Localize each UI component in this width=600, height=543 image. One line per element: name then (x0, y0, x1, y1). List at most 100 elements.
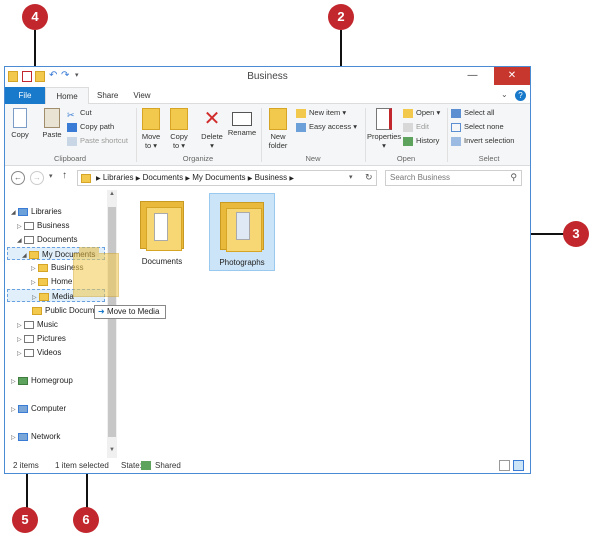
nav-label: Documents (37, 235, 78, 244)
folder-tile-documents[interactable]: Documents (133, 195, 191, 266)
paste-button[interactable]: Paste (39, 108, 65, 139)
copy-path-button[interactable]: Copy path (67, 120, 114, 133)
tab-home[interactable]: Home (45, 87, 89, 105)
folder-icon (136, 195, 188, 253)
item-count: 2 items (13, 461, 39, 470)
nav-label: Network (31, 432, 61, 441)
up-arrow-icon[interactable]: ↑ (62, 170, 67, 181)
search-input[interactable]: Search Business ⚲ (385, 170, 522, 186)
details-view-icon[interactable] (499, 460, 510, 471)
search-placeholder: Search Business (390, 173, 451, 182)
folder-label: Photographs (219, 258, 265, 267)
copy-label: Copy (11, 130, 29, 139)
delete-button[interactable]: ✕ Delete ▾ (199, 108, 225, 150)
new-folder-icon (269, 108, 287, 130)
refresh-icon[interactable]: ↻ (365, 172, 373, 183)
callout-6: 6 (73, 507, 99, 533)
drag-tooltip-label: Move to Media (106, 307, 160, 316)
nav-item-music[interactable]: ▷ Music (17, 318, 58, 331)
easy-access-button[interactable]: Easy access ▾ (296, 120, 357, 133)
breadcrumb-my-documents[interactable]: My Documents (192, 173, 245, 182)
edit-label: Edit (416, 122, 429, 131)
invert-selection-icon (451, 136, 461, 146)
expand-ribbon-icon[interactable]: ⌄ (501, 90, 508, 99)
move-to-label-2: to (144, 141, 152, 150)
libraries-icon (18, 207, 28, 216)
homegroup-icon (18, 376, 28, 385)
tab-file[interactable]: File (5, 87, 45, 104)
group-label-select: Select (478, 154, 500, 163)
select-all-icon (451, 108, 461, 118)
drag-tooltip: ➜ Move to Media (94, 305, 166, 319)
delete-label: Delete (201, 132, 223, 141)
copy-path-icon (67, 122, 77, 132)
breadcrumb-libraries[interactable]: Libraries (103, 173, 134, 182)
copy-to-label-2: to (172, 141, 180, 150)
documents-icon (24, 235, 34, 244)
address-dropdown-icon[interactable]: ▾ (349, 173, 353, 181)
folder-icon (29, 250, 39, 259)
state-label: State: (121, 461, 142, 470)
help-icon[interactable]: ? (515, 90, 526, 101)
rename-button[interactable]: Rename (227, 108, 257, 137)
select-none-button[interactable]: Select none (451, 120, 504, 133)
status-bar: 2 items 1 item selected State: Shared (5, 457, 530, 474)
scroll-down-icon[interactable]: ▼ (109, 447, 115, 453)
new-item-button[interactable]: New item ▾ (296, 106, 346, 119)
edit-icon (403, 122, 413, 132)
copy-button[interactable]: Copy (9, 108, 31, 139)
move-to-button[interactable]: Move to ▾ (139, 108, 163, 150)
search-icon: ⚲ (510, 172, 517, 182)
minimize-button[interactable]: — (460, 67, 485, 85)
close-button[interactable]: ✕ (494, 67, 530, 85)
nav-item-home[interactable]: ▷ Home (31, 275, 72, 288)
network-icon (18, 432, 28, 441)
paste-icon (44, 108, 60, 128)
rename-label: Rename (227, 128, 257, 137)
nav-item-homegroup[interactable]: ▷ Homegroup (11, 374, 73, 387)
open-button[interactable]: Open ▾ (403, 106, 440, 119)
state-value: Shared (155, 461, 181, 470)
invert-selection-label: Invert selection (464, 136, 515, 145)
breadcrumb-documents[interactable]: Documents (143, 173, 183, 182)
tab-view[interactable]: View (125, 87, 159, 104)
history-button[interactable]: History (403, 134, 439, 147)
paste-shortcut-button[interactable]: Paste shortcut (67, 134, 128, 147)
move-to-icon (142, 108, 160, 130)
nav-item-business[interactable]: ▷ Business (17, 219, 69, 232)
rename-icon (232, 112, 252, 126)
nav-scrollbar-thumb[interactable] (108, 207, 116, 437)
nav-item-libraries[interactable]: ◢ Libraries (11, 205, 62, 218)
folder-label: Documents (141, 257, 183, 266)
nav-item-pictures[interactable]: ▷ Pictures (17, 332, 66, 345)
invert-selection-button[interactable]: Invert selection (451, 134, 514, 147)
nav-item-documents[interactable]: ◢ Documents (17, 233, 77, 246)
nav-label: Libraries (31, 207, 62, 216)
library-icon (24, 221, 34, 230)
easy-access-label: Easy access (309, 122, 352, 131)
copy-to-button[interactable]: Copy to ▾ (167, 108, 191, 150)
computer-icon (18, 404, 28, 413)
selected-count: 1 item selected (55, 461, 109, 470)
nav-item-computer[interactable]: ▷ Computer (11, 402, 66, 415)
large-icons-view-icon[interactable] (513, 460, 524, 471)
select-all-button[interactable]: Select all (451, 106, 494, 119)
address-bar[interactable]: ▶ Libraries ▶ Documents ▶ My Documents ▶… (77, 170, 377, 186)
tab-share[interactable]: Share (89, 87, 125, 104)
nav-item-network[interactable]: ▷ Network (11, 430, 60, 443)
nav-item-videos[interactable]: ▷ Videos (17, 346, 61, 359)
breadcrumb-business[interactable]: Business (255, 173, 287, 182)
nav-label: Media (52, 292, 74, 301)
new-folder-button[interactable]: New folder (265, 108, 291, 150)
recent-locations-icon[interactable]: ▾ (49, 172, 53, 180)
cut-button[interactable]: ✂ Cut (67, 106, 92, 120)
forward-button[interactable]: → (30, 171, 44, 185)
folder-tile-photographs[interactable]: Photographs (209, 193, 275, 271)
scroll-up-icon[interactable]: ▲ (109, 191, 115, 197)
back-button[interactable]: ← (11, 171, 25, 185)
callout-4: 4 (22, 4, 48, 30)
properties-button[interactable]: Properties ▾ (367, 108, 401, 150)
folder-icon (216, 196, 268, 254)
edit-button[interactable]: Edit (403, 120, 429, 133)
pictures-icon (24, 334, 34, 343)
